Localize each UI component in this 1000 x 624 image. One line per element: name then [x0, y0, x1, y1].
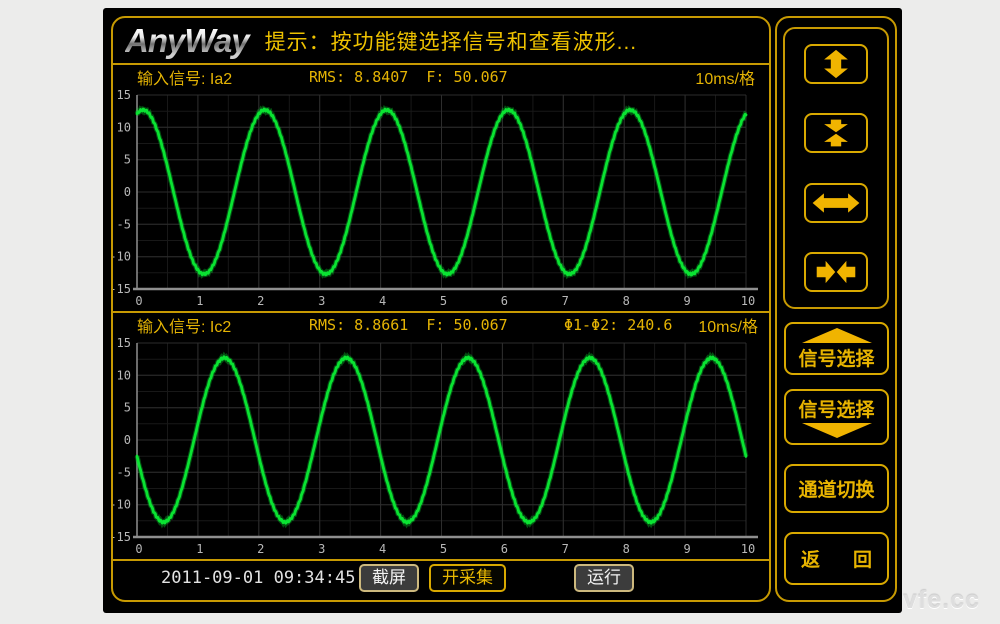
svg-text:-10: -10	[113, 250, 131, 264]
expand-vertical-icon	[813, 46, 859, 82]
channel2-phase-readout: Φ1-Φ2: 240.6	[564, 316, 698, 334]
channel2-rms-readout: RMS: 8.8661 F: 50.067	[309, 316, 564, 334]
svg-text:5: 5	[124, 401, 131, 415]
channel2-timebase-label: 10ms/格	[698, 313, 758, 337]
svg-text:7: 7	[562, 542, 569, 556]
channel1-info-row: 输入信号: Ia2 RMS: 8.8407 F: 50.067 10ms/格	[113, 65, 769, 89]
compress-vertical-icon	[813, 115, 859, 151]
bottom-status-bar: 2011-09-01 09:34:45 截屏 开采集 运行	[113, 561, 769, 600]
signal-select-up-button[interactable]: 信号选择	[784, 322, 889, 375]
start-capture-button[interactable]: 开采集	[429, 564, 506, 592]
svg-text:6: 6	[501, 294, 508, 308]
svg-text:1: 1	[196, 542, 203, 556]
channel1-rms-readout: RMS: 8.8407 F: 50.067	[309, 68, 564, 86]
expand-horizontal-button[interactable]	[804, 183, 868, 223]
signal-select-up-label: 信号选择	[798, 344, 874, 371]
svg-text:3: 3	[318, 294, 325, 308]
svg-text:3: 3	[318, 542, 325, 556]
svg-text:2: 2	[257, 542, 264, 556]
svg-text:2: 2	[257, 294, 264, 308]
svg-text:1: 1	[196, 294, 203, 308]
site-watermark: vfe.cc	[903, 586, 980, 615]
svg-text:10: 10	[117, 120, 131, 134]
svg-text:0: 0	[124, 433, 131, 447]
waveform-scale-button-group	[783, 27, 889, 309]
svg-text:0: 0	[124, 185, 131, 199]
triangle-down-icon	[800, 422, 874, 439]
svg-text:15: 15	[117, 337, 131, 350]
hint-text: 提示：按功能键选择信号和查看波形...	[265, 26, 638, 56]
channel1-signal-label: 输入信号: Ia2	[137, 65, 309, 89]
svg-text:8: 8	[623, 542, 630, 556]
svg-text:4: 4	[379, 294, 386, 308]
svg-text:-10: -10	[113, 498, 131, 512]
svg-text:-15: -15	[113, 530, 131, 544]
svg-text:9: 9	[683, 294, 690, 308]
svg-text:15: 15	[117, 89, 131, 102]
svg-text:-5: -5	[117, 465, 131, 479]
svg-text:-15: -15	[113, 282, 131, 296]
svg-text:7: 7	[562, 294, 569, 308]
screenshot-button[interactable]: 截屏	[359, 564, 419, 592]
channel-switch-label: 通道切换	[798, 475, 874, 502]
anyway-logo: AnyWay	[125, 22, 257, 60]
svg-text:0: 0	[135, 294, 142, 308]
function-key-sidebar: 信号选择 信号选择 通道切换 返 回	[775, 16, 897, 602]
waveform-chart-channel1: 15 10 5 0 -5 -10 -15 0 1 2 3 4 5 6 7 8 9 10	[113, 89, 769, 311]
timestamp: 2011-09-01 09:34:45	[161, 568, 355, 588]
svg-text:5: 5	[124, 153, 131, 167]
instrument-screen: AnyWay 提示：按功能键选择信号和查看波形... 输入信号: Ia2 RMS…	[103, 8, 902, 613]
svg-text:10: 10	[117, 368, 131, 382]
waveform-chart-channel2: 15 10 5 0 -5 -10 -15 0 1 2 3 4 5 6 7 8 9 10	[113, 337, 769, 559]
header-bar: AnyWay 提示：按功能键选择信号和查看波形...	[113, 18, 769, 65]
svg-text:0: 0	[135, 542, 142, 556]
channel-switch-button[interactable]: 通道切换	[784, 464, 889, 513]
signal-select-down-button[interactable]: 信号选择	[784, 389, 889, 445]
svg-text:9: 9	[683, 542, 690, 556]
channel1-timebase-label: 10ms/格	[695, 65, 755, 89]
svg-text:5: 5	[440, 542, 447, 556]
svg-text:6: 6	[501, 542, 508, 556]
compress-horizontal-button[interactable]	[804, 252, 868, 292]
channel2-signal-label: 输入信号: Ic2	[137, 313, 309, 337]
back-label-right: 回	[853, 545, 872, 572]
svg-text:4: 4	[379, 542, 386, 556]
expand-horizontal-icon	[811, 186, 861, 220]
back-label-left: 返	[801, 545, 820, 572]
main-panel: AnyWay 提示：按功能键选择信号和查看波形... 输入信号: Ia2 RMS…	[111, 16, 771, 602]
run-button[interactable]: 运行	[574, 564, 634, 592]
svg-text:10: 10	[741, 542, 755, 556]
svg-text:5: 5	[440, 294, 447, 308]
compress-horizontal-icon	[813, 255, 859, 289]
triangle-up-icon	[800, 327, 874, 344]
compress-vertical-button[interactable]	[804, 113, 868, 153]
svg-text:8: 8	[623, 294, 630, 308]
back-button[interactable]: 返 回	[784, 532, 889, 585]
svg-text:10: 10	[741, 294, 755, 308]
expand-vertical-button[interactable]	[804, 44, 868, 84]
svg-text:-5: -5	[117, 217, 131, 231]
channel2-info-row: 输入信号: Ic2 RMS: 8.8661 F: 50.067 Φ1-Φ2: 2…	[113, 313, 769, 337]
signal-select-down-label: 信号选择	[798, 395, 874, 422]
